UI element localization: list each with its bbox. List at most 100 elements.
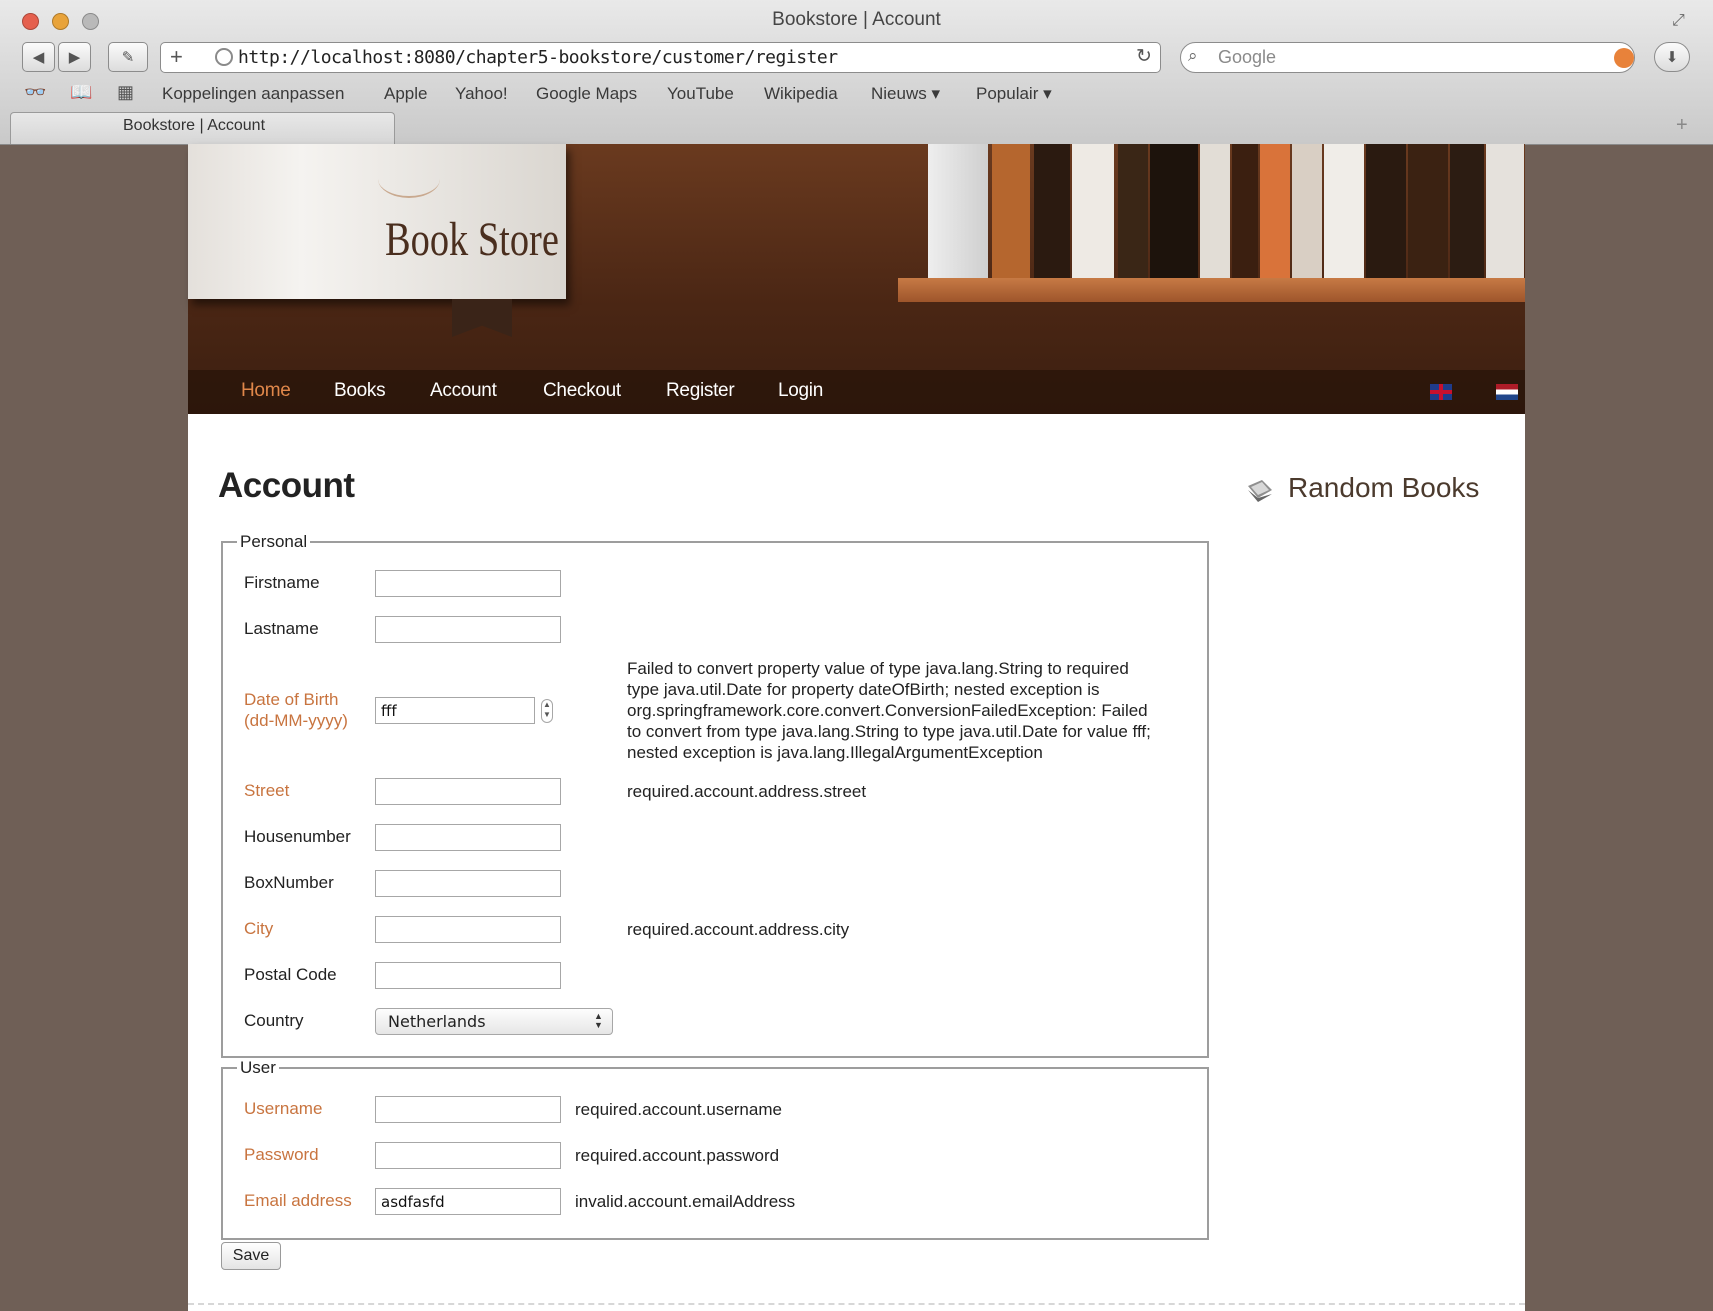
boxnumber-input[interactable] <box>375 870 561 897</box>
add-tab-icon[interactable]: + <box>1676 114 1688 137</box>
lastname-input[interactable] <box>375 616 561 643</box>
username-label: Username <box>244 1099 323 1118</box>
tab-title: Bookstore | Account <box>123 117 266 134</box>
dutch-flag-icon[interactable] <box>1496 384 1518 400</box>
nav-login[interactable]: Login <box>778 380 823 402</box>
new-tab-icon[interactable]: + <box>170 44 183 70</box>
dob-error-line: nested exception is java.lang.IllegalArg… <box>627 743 1043 762</box>
postal-code-label: Postal Code <box>244 965 337 984</box>
dob-label: Date of Birth <box>244 690 339 709</box>
book-spine <box>1486 144 1524 278</box>
book-spine <box>1150 144 1198 278</box>
country-label: Country <box>244 1011 304 1030</box>
main-navigation <box>188 370 1525 414</box>
book-spine <box>1324 144 1364 278</box>
url-text[interactable]: http://localhost:8080/chapter5-bookstore… <box>238 47 838 68</box>
email-error-message: invalid.account.emailAddress <box>575 1192 796 1211</box>
book-spine <box>1034 144 1070 278</box>
pen-icon: ✎ <box>121 49 135 66</box>
email-label: Email address <box>244 1191 352 1210</box>
downloads-button[interactable]: ⬇ <box>1654 42 1690 72</box>
book-spine <box>1292 144 1322 278</box>
dob-error-line: org.springframework.core.convert.Convers… <box>627 701 1148 720</box>
boxnumber-label: BoxNumber <box>244 873 334 892</box>
fullscreen-icon[interactable]: ⤢ <box>1672 12 1685 30</box>
firstname-label: Firstname <box>244 573 320 592</box>
country-selected-value: Netherlands <box>388 1012 486 1031</box>
book-spine <box>1408 144 1448 278</box>
book-ornament <box>378 160 440 198</box>
nav-register[interactable]: Register <box>666 380 735 402</box>
firstname-input[interactable] <box>375 570 561 597</box>
street-label: Street <box>244 781 290 800</box>
back-arrow-icon: ◀ <box>32 49 45 66</box>
search-icon: ⌕ <box>1188 46 1198 65</box>
back-button[interactable]: ◀ <box>22 42 55 72</box>
dob-input[interactable] <box>375 697 535 724</box>
flag-cross <box>1430 390 1452 394</box>
dob-format-label: (dd-MM-yyyy) <box>244 711 348 730</box>
bookmark-youtube[interactable]: YouTube <box>667 84 734 104</box>
book-spine <box>992 144 1030 278</box>
street-input[interactable] <box>375 778 561 805</box>
reload-icon[interactable]: ↻ <box>1136 45 1152 68</box>
personal-legend: Personal <box>240 532 308 551</box>
date-stepper-icon[interactable]: ▲ ▼ <box>541 699 553 723</box>
bookmark-populair[interactable]: Populair ▾ <box>976 84 1052 104</box>
postal-code-input[interactable] <box>375 962 561 989</box>
dob-error-line: Failed to convert property value of type… <box>627 659 1129 678</box>
book-spine <box>1366 144 1406 278</box>
select-arrows-icon: ▲ ▼ <box>594 1011 603 1030</box>
book-spine <box>1232 144 1258 278</box>
forward-button[interactable]: ▶ <box>58 42 91 72</box>
username-error-message: required.account.username <box>575 1100 782 1119</box>
download-icon: ⬇ <box>1665 49 1679 66</box>
sidebar-title: Random Books <box>1288 472 1480 503</box>
top-sites-grid-icon[interactable]: ▦ <box>117 82 134 103</box>
bookmark-yahoo[interactable]: Yahoo! <box>455 84 508 104</box>
english-flag-icon[interactable] <box>1430 384 1452 400</box>
password-input[interactable] <box>375 1142 561 1169</box>
bookmark-editor-button[interactable]: ✎ <box>108 42 148 72</box>
books-icon <box>1248 480 1272 502</box>
city-label: City <box>244 919 274 938</box>
search-placeholder: Google <box>1218 47 1277 67</box>
globe-icon <box>215 48 233 66</box>
bookmark-nieuws[interactable]: Nieuws ▾ <box>871 84 940 104</box>
footer-divider <box>188 1303 1525 1305</box>
email-input[interactable] <box>375 1188 561 1215</box>
book-spine <box>1072 144 1114 278</box>
nav-home[interactable]: Home <box>241 380 291 402</box>
nav-books[interactable]: Books <box>334 380 386 402</box>
bookmark-apple[interactable]: Apple <box>384 84 427 104</box>
city-error-message: required.account.address.city <box>627 920 850 939</box>
page-title: Account <box>218 466 355 505</box>
bookmarks-book-icon[interactable]: 📖 <box>70 82 92 103</box>
bookmark-koppelingen[interactable]: Koppelingen aanpassen <box>162 84 344 104</box>
book-spine <box>928 144 988 278</box>
book-spine <box>1118 144 1148 278</box>
bookmark-wikipedia[interactable]: Wikipedia <box>764 84 838 104</box>
housenumber-label: Housenumber <box>244 827 351 846</box>
dob-error-message: Failed to convert property value of type… <box>627 658 1187 763</box>
bookshelf <box>898 278 1525 302</box>
window-title: Bookstore | Account <box>772 9 941 30</box>
username-input[interactable] <box>375 1096 561 1123</box>
reading-list-icon[interactable]: 👓 <box>24 82 46 103</box>
lastname-label: Lastname <box>244 619 319 638</box>
dob-error-line: type java.util.Date for property dateOfB… <box>627 680 1100 699</box>
save-button[interactable]: Save <box>221 1242 281 1270</box>
book-spine <box>1260 144 1290 278</box>
password-error-message: required.account.password <box>575 1146 780 1165</box>
snapback-icon[interactable] <box>1614 48 1634 68</box>
housenumber-input[interactable] <box>375 824 561 851</box>
site-logo[interactable]: Book Store <box>385 212 559 267</box>
book-spine <box>1450 144 1484 278</box>
forward-arrow-icon: ▶ <box>68 49 81 66</box>
nav-checkout[interactable]: Checkout <box>543 380 621 402</box>
book-spine <box>1200 144 1230 278</box>
city-input[interactable] <box>375 916 561 943</box>
bookmark-google-maps[interactable]: Google Maps <box>536 84 637 104</box>
nav-account[interactable]: Account <box>430 380 497 402</box>
street-error-message: required.account.address.street <box>627 782 867 801</box>
